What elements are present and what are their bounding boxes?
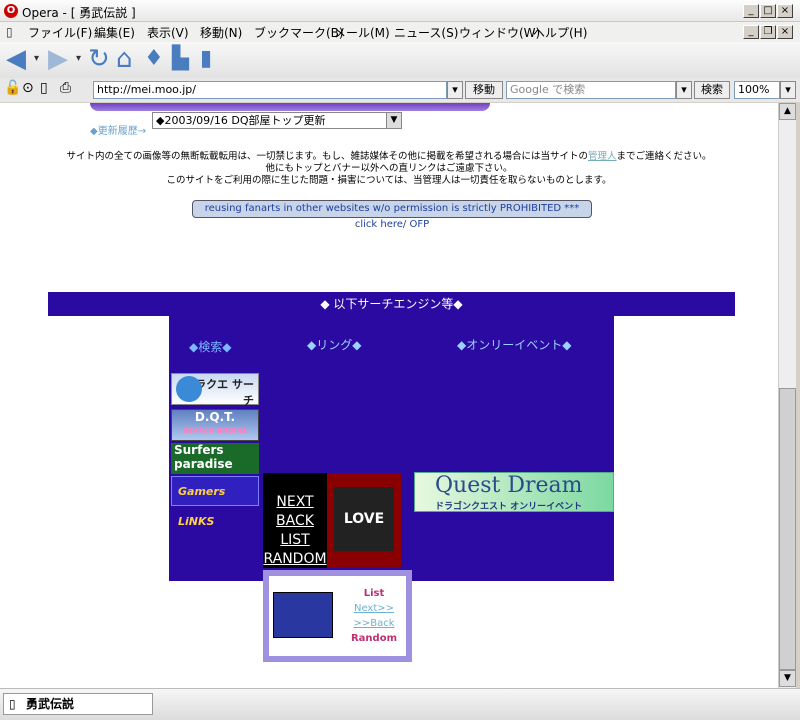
print-small-icon[interactable]: ⎙ bbox=[60, 80, 71, 96]
quest-dream-subtitle: ドラゴンクエスト オンリーイベント bbox=[435, 502, 583, 512]
love-banner-text: LOVE bbox=[334, 487, 394, 551]
tab-page-icon: ▯ bbox=[9, 697, 16, 711]
forward-dropdown-icon[interactable]: ▾ bbox=[76, 44, 81, 74]
scroll-up-icon[interactable]: ▲ bbox=[779, 103, 796, 120]
zoom-field[interactable]: 100% bbox=[734, 81, 780, 99]
col-ring-label: ◆リング◆ bbox=[307, 338, 362, 352]
webring-box: NEXT BACK LIST RANDOM bbox=[263, 473, 327, 568]
window-title: Opera - [ 勇武伝説 ] bbox=[22, 6, 136, 20]
minimize-button[interactable]: _ bbox=[743, 4, 759, 18]
notice-text: サイト内の全ての画像等の無断転載転用は、一切禁じます。もし、雑誌媒体その他に掲載… bbox=[0, 151, 778, 187]
opera-logo-icon: O bbox=[4, 4, 18, 18]
search-engine-dropdown-icon[interactable]: ▾ bbox=[676, 81, 692, 99]
search-engines-header: ◆ 以下サーチエンジン等◆ bbox=[48, 292, 735, 316]
scroll-down-icon[interactable]: ▼ bbox=[779, 670, 796, 687]
url-input[interactable]: http://mei.moo.jp/ bbox=[93, 81, 447, 99]
ring-list-link[interactable]: LIST bbox=[263, 531, 327, 550]
draque-search-banner[interactable]: ドラクエ サーチ bbox=[171, 373, 259, 407]
forward-icon[interactable]: ▶ bbox=[48, 44, 68, 74]
dqt-search-banner[interactable]: D.Q.T. SEARCH ENGINE bbox=[171, 409, 259, 441]
update-history-value: ◆2003/09/16 DQ部屋トップ更新 bbox=[156, 114, 326, 127]
scroll-thumb[interactable] bbox=[779, 388, 796, 670]
menu-edit[interactable]: 編集(E) bbox=[94, 24, 135, 41]
update-history-label: ◆更新履歴→ bbox=[90, 126, 147, 137]
love-ring-banner[interactable]: LOVE bbox=[327, 473, 401, 568]
surfers-paradise-banner[interactable]: Surfers paradise bbox=[171, 443, 259, 474]
ring-back-link[interactable]: BACK bbox=[263, 512, 327, 531]
quest-dream-title: Quest Dream bbox=[435, 473, 583, 498]
ring2-back-link[interactable]: >>Back bbox=[339, 616, 409, 631]
tab-title: 勇武伝説 bbox=[26, 697, 75, 711]
ring2-image bbox=[273, 592, 333, 638]
lock-icon[interactable]: 🔓 bbox=[4, 80, 21, 96]
back-icon[interactable]: ◀ bbox=[6, 44, 26, 74]
english-notice-button[interactable]: reusing fanarts in other websites w/o pe… bbox=[192, 200, 592, 230]
page-info-icon[interactable]: ▯ bbox=[40, 80, 48, 96]
document-icon[interactable]: ▮ bbox=[200, 44, 212, 74]
menu-mail[interactable]: メール(M) bbox=[334, 24, 390, 41]
col-event-label: ◆オンリーイベント◆ bbox=[457, 338, 572, 352]
ring-random-link[interactable]: RANDOM bbox=[263, 550, 327, 569]
ring2-box: List Next>> >>Back Random bbox=[263, 570, 412, 662]
quest-dream-banner[interactable]: Quest Dream ドラゴンクエスト オンリーイベント bbox=[414, 472, 614, 512]
update-history-select[interactable]: ◆2003/09/16 DQ部屋トップ更新 ▼ bbox=[152, 112, 402, 129]
toolbar: ◀ ▾ ▶ ▾ ↻ ⌂ ♦ ▙ ▮ bbox=[0, 42, 800, 78]
vertical-scrollbar[interactable]: ▲ ▼ bbox=[778, 103, 796, 688]
camera-icon[interactable]: ⊙ bbox=[22, 80, 34, 96]
maximize-button[interactable]: □ bbox=[760, 4, 776, 18]
webring-links: NEXT BACK LIST RANDOM bbox=[263, 493, 327, 569]
gamers-links-banner[interactable]: Gamers LiNKS bbox=[171, 476, 259, 528]
chevron-down-icon: ▼ bbox=[386, 113, 401, 128]
url-dropdown-icon[interactable]: ▾ bbox=[447, 81, 463, 99]
ring-next-link[interactable]: NEXT bbox=[263, 493, 327, 512]
home-icon[interactable]: ⌂ bbox=[116, 44, 133, 74]
slime-icon bbox=[176, 376, 202, 402]
menu-file[interactable]: ファイル(F) bbox=[28, 24, 92, 41]
ring2-links: List Next>> >>Back Random bbox=[339, 586, 409, 646]
dqt-banner-text: D.Q.T. bbox=[194, 410, 236, 424]
ring2-random-link[interactable]: Random bbox=[339, 631, 409, 646]
ring2-list-link[interactable]: List bbox=[339, 586, 409, 601]
zoom-dropdown-icon[interactable]: ▾ bbox=[780, 81, 796, 99]
dqt-banner-subtext: SEARCH ENGINE bbox=[183, 427, 247, 435]
page-icon: ▯ bbox=[6, 25, 13, 39]
links-panel: ◆検索◆ ◆リング◆ ◆オンリーイベント◆ ドラクエ サーチ D.Q.T. SE… bbox=[169, 316, 614, 662]
notice-line2: 他にもトップとバナー以外への直リンクはご遠慮下さい。 bbox=[265, 163, 513, 174]
reload-icon[interactable]: ↻ bbox=[88, 44, 110, 74]
ring2-next-link[interactable]: Next>> bbox=[339, 601, 409, 616]
close-button[interactable]: × bbox=[777, 4, 793, 18]
header-image-bottom bbox=[90, 103, 490, 111]
back-dropdown-icon[interactable]: ▾ bbox=[34, 44, 39, 74]
doc-minimize-button[interactable]: _ bbox=[743, 25, 759, 39]
menu-bookmarks[interactable]: ブックマーク(B) bbox=[254, 24, 344, 41]
print-icon[interactable]: ▙ bbox=[172, 44, 189, 74]
search-input[interactable]: Google で検索 bbox=[506, 81, 676, 99]
doc-close-button[interactable]: × bbox=[777, 25, 793, 39]
menu-news[interactable]: ニュース(S) bbox=[394, 24, 458, 41]
page-tab[interactable]: ▯ 勇武伝説 bbox=[3, 693, 153, 715]
title-bar: O Opera - [ 勇武伝説 ] _ □ × bbox=[0, 0, 800, 22]
hotlist-icon[interactable]: ♦ bbox=[144, 44, 164, 74]
notice-line1-end: までご連絡ください。 bbox=[616, 151, 712, 162]
doc-restore-button[interactable]: ❐ bbox=[760, 25, 776, 39]
menu-window[interactable]: ウィンドウ(W) bbox=[459, 24, 540, 41]
menu-view[interactable]: 表示(V) bbox=[147, 24, 189, 41]
admin-link[interactable]: 管理人 bbox=[588, 151, 617, 162]
page-content: ◆更新履歴→ ◆2003/09/16 DQ部屋トップ更新 ▼ サイト内の全ての画… bbox=[0, 103, 778, 688]
go-button[interactable]: 移動 bbox=[465, 81, 503, 99]
menu-navigate[interactable]: 移動(N) bbox=[200, 24, 242, 41]
menu-help[interactable]: ヘルプ(H) bbox=[533, 24, 587, 41]
notice-line3: このサイトをご利用の際に生じた問題・損害については、当管理人は一切責任を取らない… bbox=[166, 175, 612, 186]
search-button[interactable]: 検索 bbox=[694, 81, 730, 99]
address-bar: 🔓 ⊙ ▯ ⎙ http://mei.moo.jp/ ▾ 移動 Google で… bbox=[0, 78, 800, 102]
tab-bar: ▯ 勇武伝説 bbox=[0, 688, 800, 720]
col-search-label: ◆検索◆ bbox=[189, 340, 232, 354]
notice-line1: サイト内の全ての画像等の無断転載転用は、一切禁じます。もし、雑誌媒体その他に掲載… bbox=[66, 151, 589, 162]
